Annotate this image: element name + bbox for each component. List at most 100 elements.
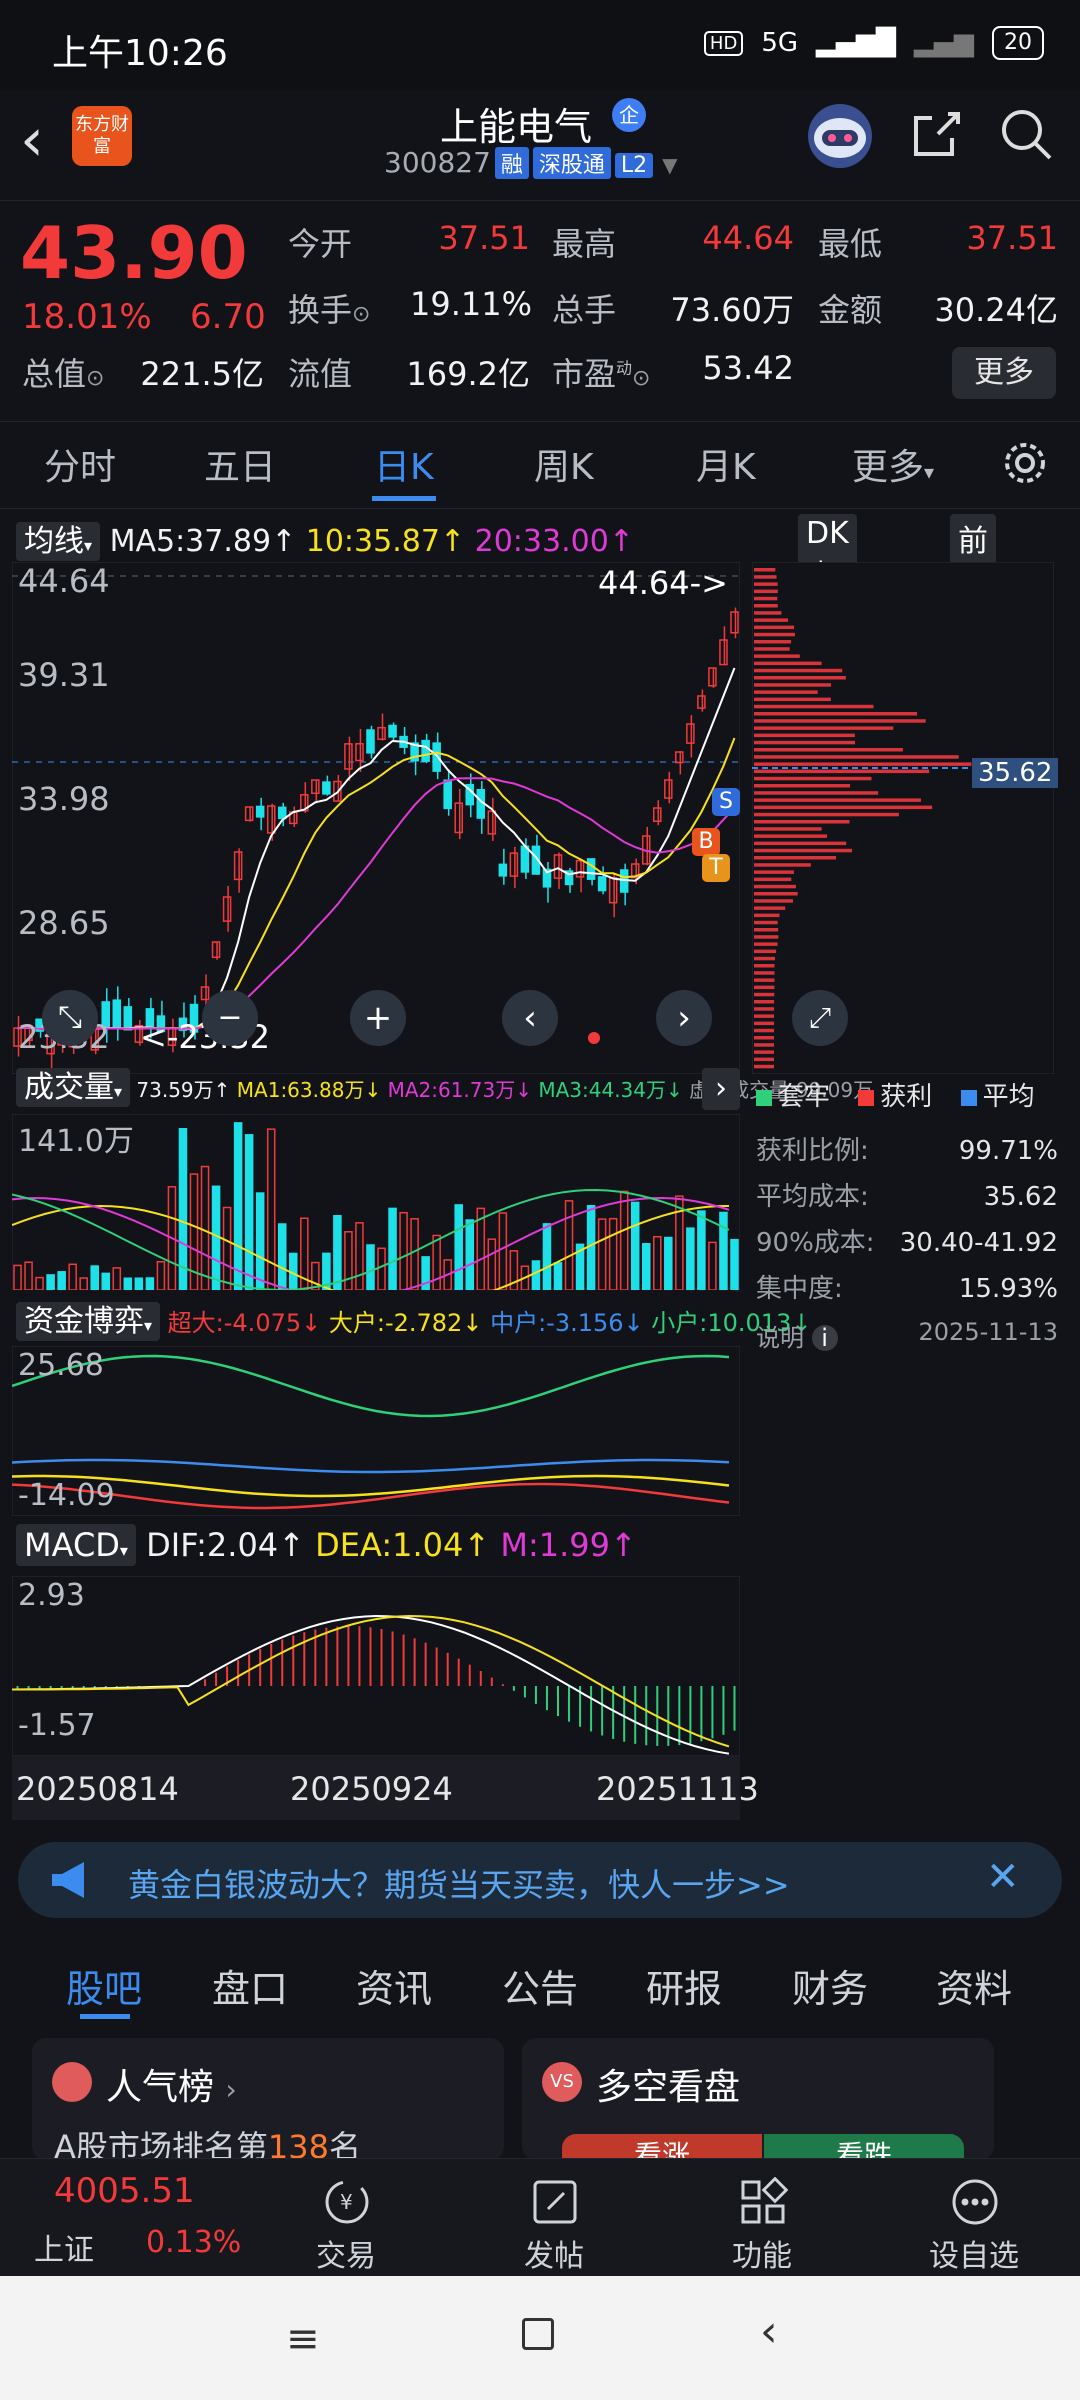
legend-profit: 获利 [880,1082,933,1112]
tab-weekly-k[interactable]: 周K [534,438,594,490]
chart-bars-icon [52,2062,92,2102]
vol-ma2: MA2:61.73万 [387,1078,516,1102]
function-icon[interactable] [738,2176,789,2227]
more-dots-icon[interactable] [950,2177,1000,2227]
settings-gear-icon[interactable] [1000,438,1050,492]
tab-news[interactable]: 资讯 [356,1958,432,2013]
market-cap-label[interactable]: 总值⊙ [22,349,104,395]
network-label: 5G [761,28,799,58]
signal-b[interactable]: B [692,828,720,856]
signal-s[interactable]: S [712,788,740,816]
macd-chart[interactable] [12,1576,740,1756]
chip-bar [754,870,794,874]
nav-trade[interactable]: 交易 [286,2231,406,2275]
note-button[interactable]: 说明 i [756,1318,838,1353]
turnover-label[interactable]: 换手⊙ [288,285,370,331]
chip-bar [754,805,933,810]
volume-bar [277,1223,287,1290]
long-short-card[interactable]: VS 多空看盘 看涨 看跌 [522,2038,994,2172]
candle-body [520,845,530,873]
high-marker: 44.64-> [598,564,728,602]
chevron-right-icon[interactable]: › [656,990,712,1046]
plus-icon[interactable]: + [350,990,406,1046]
index-value[interactable]: 4005.51 [54,2171,195,2211]
date-axis: 20250814 20250924 20251113 [12,1756,759,1820]
back-icon[interactable]: ‹ [20,110,44,170]
nav-post[interactable]: 发帖 [494,2231,614,2275]
volume-bar [697,1210,706,1290]
capital-dropdown[interactable]: 资金博弈▾ [16,1302,161,1341]
chip-bar [754,1014,775,1018]
nav-function[interactable]: 功能 [702,2231,822,2275]
trade-icon[interactable]: ¥ [322,2177,372,2227]
ma-dropdown[interactable]: 均线▾ [16,522,101,561]
post-icon[interactable] [530,2177,580,2227]
volume-bar [145,1277,155,1290]
chip-bar [754,1064,775,1069]
tab-orderbook[interactable]: 盘口 [212,1958,288,2013]
signal-t[interactable]: T [702,854,730,882]
minus-icon[interactable]: − [202,990,258,1046]
svg-text:¥: ¥ [340,2190,353,2214]
amount-label: 金额 [818,291,883,329]
volume-bar [531,1260,541,1290]
chevron-left-icon[interactable]: ‹ [502,990,558,1046]
high-label: 最高 [552,225,617,263]
chip-bar [754,690,818,694]
tab-five-day[interactable]: 五日 [204,438,276,490]
status-bar: 上午10:26 HD 5G ▂▄▆█ ▂▄▆ 20 [0,0,1080,90]
ad-banner[interactable]: 黄金白银波动大？期货当天买卖，快人一步>> ✕ [18,1842,1062,1918]
chip-bar [754,683,832,687]
zoom-out-icon[interactable]: ⤡ [42,990,98,1046]
tab-finance[interactable]: 财务 [792,1958,868,2013]
tab-guba[interactable]: 股吧 [66,1958,142,2013]
recent-apps-icon[interactable]: ≡ [286,2316,320,2362]
cost-marker: 35.62 [972,758,1059,788]
chip-bar [754,704,874,709]
macd-dropdown[interactable]: MACD▾ [16,1524,136,1566]
popularity-card[interactable]: 人气榜 › A股市场排名第138名 [32,2038,504,2166]
chip-chart[interactable] [752,562,1054,1074]
tab-monthly-k[interactable]: 月K [696,438,756,490]
home-icon[interactable] [522,2318,554,2350]
app-logo[interactable]: 东方财富 [72,106,132,166]
amount-value: 30.24亿 [934,291,1058,329]
tab-daily-k[interactable]: 日K [374,438,434,490]
volume-indicator-bar: 成交量▾ 73.59万↑ MA1:63.88万↓ MA2:61.73万↓ MA3… [16,1062,873,1107]
tab-profile[interactable]: 资料 [936,1958,1012,2013]
expand-right-icon[interactable]: › [702,1068,740,1110]
chip-note-row: 说明 i 2025-11-13 [756,1318,1058,1353]
date-tick-0: 20250814 [16,1770,179,1808]
nav-watchlist[interactable]: 设自选 [914,2231,1034,2275]
share-icon[interactable] [908,106,964,162]
dropdown-arrow-icon[interactable]: ▼ [662,153,677,177]
tab-more[interactable]: 更多▾ [852,438,934,490]
search-icon[interactable] [998,106,1054,162]
chip-bar [754,841,847,846]
low-value: 37.51 [966,219,1058,257]
tab-announcement[interactable]: 公告 [502,1958,578,2013]
chip-bar [754,1036,775,1040]
chip-bar [754,992,775,997]
chip-bar [754,575,777,579]
robot-assistant-icon[interactable] [808,104,872,168]
more-button[interactable]: 更多 [952,347,1056,399]
pe-label[interactable]: 市盈动⊙ [552,349,650,395]
tab-intraday[interactable]: 分时 [44,438,116,490]
expand-icon[interactable]: ⤢ [792,990,848,1046]
volume-bar [90,1265,99,1290]
capital-chart[interactable] [12,1346,740,1516]
change-amount: 6.70 [190,297,266,337]
signal2-icon: ▂▄▆ [914,28,974,58]
info-icon: ⊙ [86,366,105,391]
stat-label: 90%成本: [756,1228,875,1258]
back-nav-icon[interactable]: ‹ [760,2306,778,2357]
volume-dropdown[interactable]: 成交量▾ [16,1068,131,1107]
volume-bar [719,1211,728,1290]
chip-bar [754,956,775,961]
chip-bar [754,985,775,990]
chip-bar [754,755,959,759]
chip-bar [754,812,899,817]
close-icon[interactable]: ✕ [986,1854,1020,1900]
tab-research[interactable]: 研报 [646,1958,722,2013]
